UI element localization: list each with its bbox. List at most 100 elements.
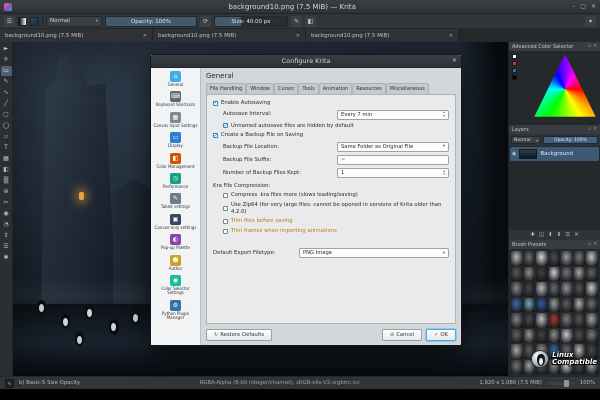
brush-preset[interactable] [548, 328, 561, 343]
default-export-filetype-dropdown[interactable]: PNG Image ▾ [299, 248, 449, 259]
settings-category[interactable]: ▭ Display [152, 130, 199, 150]
brush-size-slider[interactable]: Size: 40.00 px [214, 15, 288, 27]
settings-tab[interactable]: Window [246, 83, 274, 94]
zoom-level[interactable]: 100% [580, 380, 595, 386]
settings-category[interactable]: ⌂ General [152, 69, 199, 89]
document-tab[interactable]: background10.png (7.5 MiB) ✕ [153, 29, 306, 42]
toolbox-tool-button[interactable]: ☰ [1, 242, 12, 252]
settings-category[interactable]: ◧ Color Management [152, 151, 199, 171]
brush-preset[interactable] [548, 313, 561, 328]
brush-preset[interactable] [561, 297, 573, 312]
backup-count-spinbox[interactable]: 1 ▴ ▾ [337, 167, 449, 178]
checkbox[interactable] [223, 206, 228, 212]
eraser-icon[interactable]: ◧ [305, 15, 316, 27]
close-icon[interactable]: ✕ [143, 33, 147, 39]
brush-preset[interactable] [523, 282, 536, 297]
settings-category[interactable]: ⌨ Keyboard Shortcuts [152, 89, 199, 109]
toolbox-tool-button[interactable]: ◔ [1, 220, 12, 230]
brush-preset[interactable] [536, 328, 548, 343]
spinbox-arrows[interactable]: ▴ ▾ [443, 169, 445, 176]
toolbox-tool-button[interactable]: T [1, 143, 12, 153]
close-icon[interactable]: ✕ [591, 3, 596, 10]
brush-preset[interactable] [561, 282, 573, 297]
menu-icon[interactable]: ☰ [4, 15, 15, 27]
settings-tab[interactable]: Tools [298, 83, 319, 94]
brush-preset[interactable] [586, 328, 598, 343]
dialog-titlebar[interactable]: Configure Krita ✕ [151, 55, 461, 68]
settings-category[interactable]: ⚙ Python Plugin Manager [152, 298, 199, 323]
brush-preset[interactable] [573, 328, 586, 343]
brush-icon[interactable]: ✎ [291, 15, 302, 27]
layer-row[interactable]: ◉ Background [510, 147, 599, 161]
close-icon[interactable]: ✕ [449, 33, 453, 39]
duplicate-layer-icon[interactable]: ◫ [539, 232, 544, 238]
toolbox-tool-button[interactable]: ✎ [1, 77, 12, 87]
backup-suffix-field[interactable] [341, 156, 445, 163]
brush-preset[interactable] [586, 266, 598, 281]
toolbox-tool-button[interactable]: ▒ [1, 176, 12, 186]
brush-preset[interactable] [586, 282, 598, 297]
brush-preset[interactable] [511, 328, 523, 343]
zoom-slider[interactable] [546, 379, 575, 387]
float-icon[interactable]: ▫ [588, 127, 591, 132]
toolbox-tool-button[interactable]: ◉ [1, 209, 12, 219]
add-layer-icon[interactable]: ✚ [530, 232, 535, 238]
brush-preset[interactable] [536, 266, 548, 281]
minimize-icon[interactable]: – [572, 3, 575, 10]
layer-properties-icon[interactable]: ☰ [565, 232, 570, 238]
brush-preset[interactable] [561, 266, 573, 281]
advanced-color-selector[interactable] [509, 51, 600, 125]
settings-tab[interactable]: Cursor [273, 83, 299, 94]
brush-preset[interactable] [573, 282, 586, 297]
brush-preset[interactable] [548, 266, 561, 281]
brush-preset[interactable] [586, 313, 598, 328]
brush-preset[interactable] [548, 282, 561, 297]
spinbox-arrows[interactable]: ▴ ▾ [443, 111, 445, 118]
settings-tab[interactable]: Animation [318, 83, 353, 94]
toolbox-tool-button[interactable]: ▭ [0, 66, 12, 76]
brush-preset[interactable] [548, 251, 561, 266]
brush-preset[interactable] [523, 266, 536, 281]
settings-category[interactable]: ✎ Tablet settings [152, 191, 199, 211]
close-icon[interactable]: ✕ [593, 44, 597, 49]
float-icon[interactable]: ▫ [588, 242, 591, 247]
settings-category[interactable]: ◉ Color Selector Settings [152, 273, 199, 298]
visibility-eye-icon[interactable]: ◉ [512, 151, 516, 157]
color-history-swatches[interactable] [512, 54, 517, 80]
brush-preset[interactable] [523, 297, 536, 312]
brush-presets-dock-header[interactable]: Brush Presets ▫ ✕ [509, 240, 600, 249]
toolbox-tool-button[interactable]: ✂ [1, 198, 12, 208]
brush-preset[interactable] [536, 251, 548, 266]
brush-preset[interactable] [573, 297, 586, 312]
color-selector-dock-header[interactable]: Advanced Color Selector ▫ ✕ [509, 42, 600, 51]
color-triangle[interactable] [534, 54, 596, 117]
settings-tab[interactable]: Resources [352, 83, 386, 94]
move-layer-up-icon[interactable]: ⬆ [548, 232, 553, 238]
brush-preset[interactable] [523, 313, 536, 328]
float-icon[interactable]: ▫ [588, 44, 591, 49]
reload-icon[interactable]: ⟳ [200, 15, 211, 27]
brush-preset[interactable] [586, 251, 598, 266]
toolbox-tool-button[interactable]: ╱ [1, 99, 12, 109]
current-brush-name[interactable]: b) Basic-5 Size Opacity [19, 380, 80, 386]
brush-preset[interactable] [561, 251, 573, 266]
toolbox-tool-button[interactable]: ⇕ [1, 231, 12, 241]
settings-tab[interactable]: Miscellaneous [385, 83, 429, 94]
brush-preset[interactable] [536, 282, 548, 297]
toolbox-tool-button[interactable]: ◯ [1, 121, 12, 131]
checkbox[interactable] [213, 99, 219, 106]
document-tab[interactable]: background10.png (7.5 MiB) ✕ [0, 29, 153, 42]
foreground-color-swatch[interactable] [30, 16, 39, 26]
brush-preset[interactable] [511, 313, 523, 328]
layer-opacity-slider[interactable]: Opacity: 100% [543, 136, 598, 144]
move-layer-down-icon[interactable]: ⬇ [557, 232, 562, 238]
toolbox-tool-button[interactable]: ⊕ [1, 187, 12, 197]
close-icon[interactable]: ✕ [452, 57, 457, 64]
toolbox-tool-button[interactable]: ∿ [1, 88, 12, 98]
brush-preset[interactable] [511, 266, 523, 281]
settings-category[interactable]: ☻ Author [152, 253, 199, 273]
brush-preview-icon[interactable]: ∿ [5, 378, 14, 388]
toolbox-tool-button[interactable]: ► [1, 44, 12, 54]
brush-preset[interactable] [573, 266, 586, 281]
brush-preset[interactable] [561, 328, 573, 343]
